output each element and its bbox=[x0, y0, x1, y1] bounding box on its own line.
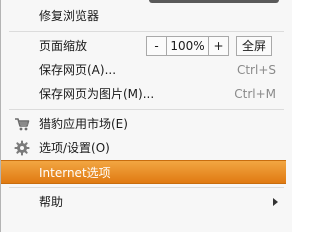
menu-item-help[interactable]: 帮助 bbox=[1, 190, 286, 214]
submenu-arrow-icon bbox=[273, 198, 278, 206]
menu-item-internet-options[interactable]: Internet选项 bbox=[1, 160, 286, 184]
menu-item-repair-browser[interactable]: 修复浏览器 bbox=[1, 4, 286, 28]
menu-item-shortcut: Ctrl+S bbox=[236, 63, 276, 77]
menu-item-zoom: 页面缩放 - 100% + 全屏 bbox=[1, 34, 286, 58]
browser-main-menu: 修复浏览器 页面缩放 - 100% + 全屏 保存网页(A)... Ctrl+S… bbox=[0, 0, 292, 232]
zoom-out-button[interactable]: - bbox=[146, 36, 167, 56]
menu-item-label: 选项/设置(O) bbox=[39, 141, 110, 155]
fullscreen-button[interactable]: 全屏 bbox=[236, 36, 272, 56]
menu-item-shortcut: Ctrl+M bbox=[234, 87, 276, 101]
menu-item-label: 保存网页(A)... bbox=[39, 63, 117, 77]
gear-icon bbox=[14, 140, 30, 156]
menu-item-label: 猎豹应用市场(E) bbox=[39, 117, 128, 131]
menu-separator bbox=[9, 187, 284, 188]
menu-item-app-market[interactable]: 猎豹应用市场(E) bbox=[1, 112, 286, 136]
menu-item-label: 修复浏览器 bbox=[39, 9, 100, 23]
menu-item-label: Internet选项 bbox=[39, 166, 111, 180]
menu-separator bbox=[9, 109, 284, 110]
zoom-label: 页面缩放 bbox=[39, 39, 88, 53]
menu-item-save-page[interactable]: 保存网页(A)... Ctrl+S bbox=[1, 58, 286, 82]
menu-item-label: 帮助 bbox=[39, 195, 64, 209]
menu-separator bbox=[9, 31, 284, 32]
menu-top-edge bbox=[149, 0, 279, 3]
zoom-in-button[interactable]: + bbox=[208, 36, 229, 56]
zoom-level-value: 100% bbox=[166, 36, 209, 56]
menu-item-label: 保存网页为图片(M)... bbox=[39, 87, 155, 101]
cart-icon bbox=[14, 116, 30, 132]
menu-item-save-as-image[interactable]: 保存网页为图片(M)... Ctrl+M bbox=[1, 82, 286, 106]
menu-item-options[interactable]: 选项/设置(O) bbox=[1, 136, 286, 160]
